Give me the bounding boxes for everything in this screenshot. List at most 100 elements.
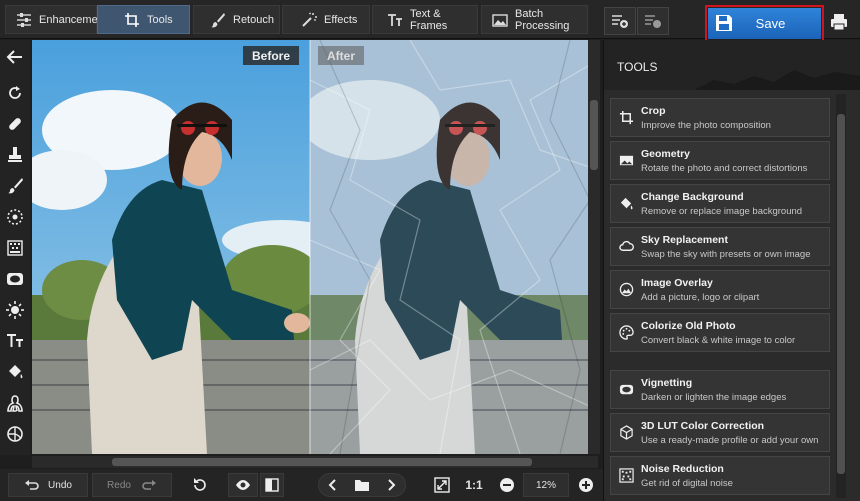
add-files-button[interactable] [604,7,636,35]
tool-title: Colorize Old Photo [641,319,736,332]
reset-button[interactable] [188,473,212,497]
before-photo [32,40,310,454]
after-photo [310,40,598,454]
batch-settings-button[interactable] [637,7,669,35]
tool-geometry[interactable]: Geometry Rotate the photo and correct dis… [610,141,830,180]
gradient-filter-tool[interactable] [3,236,27,260]
image-icon [619,155,633,166]
tool-colorize-old-photo[interactable]: Colorize Old Photo Convert black & white … [610,313,830,352]
tab-effects[interactable]: Effects [282,5,370,34]
person-selection-tool[interactable] [3,391,27,415]
plus-circle-icon [579,478,593,492]
tool-title: Noise Reduction [641,462,724,475]
tab-retouch[interactable]: Retouch [193,5,280,34]
globe-icon [7,426,23,442]
palette-icon [618,325,634,340]
tool-image-overlay[interactable]: Image Overlay Add a picture, logo or clip… [610,270,830,309]
file-navigator [318,473,406,497]
eye-icon [236,480,250,490]
undo-label: Undo [48,479,72,491]
gradient-icon [7,240,23,256]
canvas-horizontal-scrollbar[interactable] [32,456,598,468]
brush-icon [211,12,225,27]
panel-title: TOOLS [617,60,658,74]
zoom-out-button[interactable] [497,473,517,497]
arrow-left-icon [6,50,22,64]
photo-canvas[interactable]: Before After [32,40,598,454]
zoom-in-button[interactable] [576,473,596,497]
tool-sky-replacement[interactable]: Sky Replacement Swap the sky with presets… [610,227,830,266]
tab-enhancement[interactable]: Enhancement [5,5,107,34]
tool-desc: Improve the photo composition [641,119,771,131]
tab-label: Tools [147,13,173,26]
tool-title: Geometry [641,147,691,160]
tool-noise-reduction[interactable]: Noise Reduction Get rid of digital noise [610,456,830,495]
save-button[interactable]: Save [708,8,821,39]
tool-desc: Use a ready-made profile or add your own [641,434,819,446]
rotate-tool[interactable] [3,81,27,105]
compare-button[interactable] [260,473,284,497]
brightness-tool[interactable] [3,298,27,322]
tool-title: Image Overlay [641,276,713,289]
rotate-icon [9,86,21,99]
panel-header: TOOLS [604,40,860,90]
text-icon [7,334,23,347]
tools-panel: TOOLS Crop Improve the photo composition … [603,40,860,501]
tab-label: Retouch [233,13,274,26]
brush-icon [8,178,23,194]
tool-crop[interactable]: Crop Improve the photo composition [610,98,830,137]
print-button[interactable] [825,8,853,36]
tab-batch-processing[interactable]: Batch Processing [481,5,588,34]
tool-change-background[interactable]: Change Background Remove or replace image… [610,184,830,223]
printer-icon [831,14,847,31]
tool-desc: Rotate the photo and correct distortions [641,162,808,174]
tool-3d-lut-color-correction[interactable]: 3D LUT Color Correction Use a ready-made … [610,413,830,452]
chevron-left-icon[interactable] [325,477,341,493]
canvas-vertical-scrollbar[interactable] [588,40,600,454]
tool-title: Change Background [641,190,744,203]
healing-tool[interactable] [3,112,27,136]
radial-icon [7,209,23,225]
panel-scrollbar[interactable] [836,94,846,498]
chevron-right-icon[interactable] [383,477,399,493]
crop-icon [619,110,633,125]
sky-tool[interactable] [3,422,27,446]
top-tab-bar: Enhancement Tools Retouch Effects Text &… [0,0,860,42]
after-label: After [318,46,365,65]
radial-filter-tool[interactable] [3,205,27,229]
tab-text-frames[interactable]: Text & Frames [372,5,478,34]
redo-icon [142,480,156,490]
crop-icon [125,12,139,27]
save-highlight: Save [705,5,824,42]
vignette-tool[interactable] [3,267,27,291]
vignette-icon [7,273,23,285]
compare-divider[interactable] [309,40,311,454]
back-button[interactable] [3,45,27,69]
tool-desc: Darken or lighten the image edges [641,391,787,403]
fill-tool[interactable] [3,360,27,384]
fit-to-screen-button[interactable] [430,473,454,497]
undo-button[interactable]: Undo [8,473,88,497]
actual-size-button[interactable]: 1:1 [462,473,486,497]
tab-tools[interactable]: Tools [97,5,190,34]
brush-tool[interactable] [3,174,27,198]
tool-desc: Remove or replace image background [641,205,803,217]
fit-screen-icon [434,477,450,493]
redo-button[interactable]: Redo [92,473,172,497]
tool-title: Crop [641,104,666,117]
overlay-icon [619,282,633,297]
zoom-level[interactable]: 12% [523,473,569,497]
folder-icon[interactable] [354,477,370,493]
preview-button[interactable] [228,473,258,497]
cube-icon [619,425,633,440]
bandage-icon [9,118,21,130]
tool-title: Vignetting [641,376,693,389]
tool-desc: Add a picture, logo or clipart [641,291,760,303]
tool-vignetting[interactable]: Vignetting Darken or lighten the image ed… [610,370,830,409]
redo-label: Redo [107,479,131,491]
clone-stamp-tool[interactable] [3,143,27,167]
undo-icon [25,480,39,490]
reset-icon [194,478,206,491]
text-tool[interactable] [3,329,27,353]
floppy-disk-icon [716,15,732,31]
